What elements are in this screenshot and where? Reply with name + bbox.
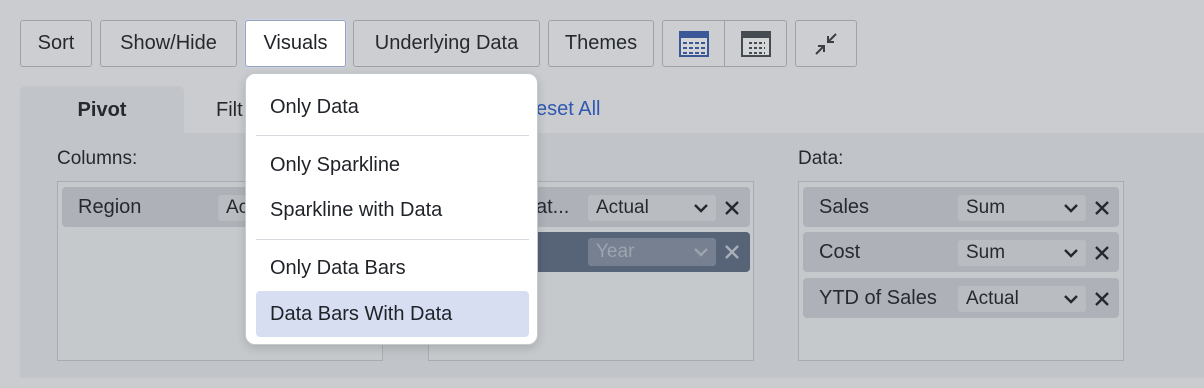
menu-item-data-bars-with-data[interactable]: Data Bars With Data xyxy=(256,291,529,337)
menu-item-only-data[interactable]: Only Data xyxy=(256,84,529,130)
menu-item-only-sparkline[interactable]: Only Sparkline xyxy=(256,142,529,188)
modal-overlay[interactable] xyxy=(0,0,1204,388)
menu-divider xyxy=(256,135,529,136)
menu-item-sparkline-with-data[interactable]: Sparkline with Data xyxy=(256,187,529,233)
menu-divider xyxy=(256,239,529,240)
visuals-dropdown-menu: Only Data Only Sparkline Sparkline with … xyxy=(245,73,538,345)
visuals-button-active[interactable]: Visuals xyxy=(245,20,346,67)
menu-item-only-data-bars[interactable]: Only Data Bars xyxy=(256,245,529,291)
